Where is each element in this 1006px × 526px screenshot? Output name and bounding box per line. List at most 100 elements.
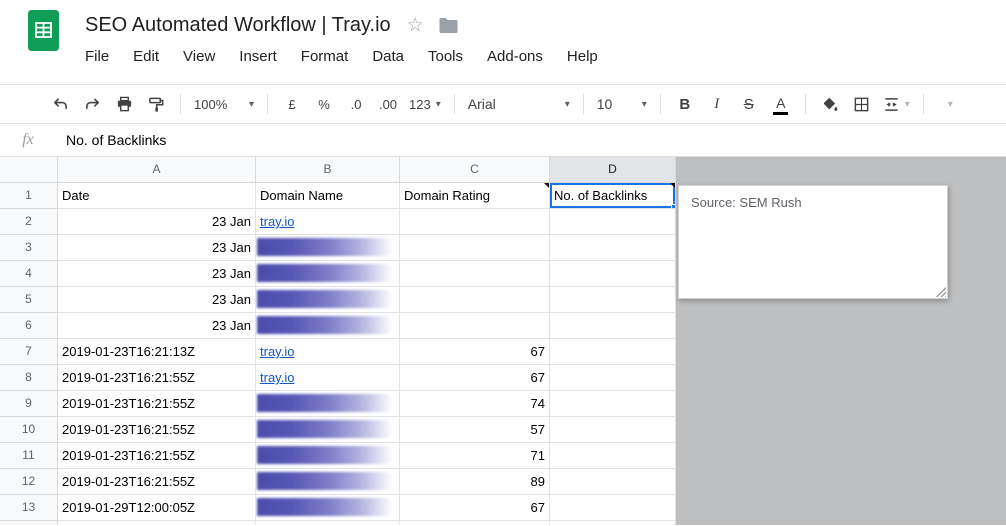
menu-item-help[interactable]: Help: [555, 45, 610, 68]
cell-D10[interactable]: [550, 417, 676, 443]
fill-color-button[interactable]: [819, 91, 841, 117]
cell-D8[interactable]: [550, 365, 676, 391]
cell-C3[interactable]: [400, 235, 550, 261]
note-popup[interactable]: Source: SEM Rush: [678, 185, 948, 299]
borders-button[interactable]: [851, 91, 873, 117]
cell-A2[interactable]: 23 Jan: [58, 209, 256, 235]
sheets-logo-icon[interactable]: [28, 10, 59, 84]
cell-B10[interactable]: [256, 417, 400, 443]
cell-C8[interactable]: 67: [400, 365, 550, 391]
cell-D11[interactable]: [550, 443, 676, 469]
font-family-select[interactable]: Arial ▾: [468, 91, 570, 117]
cell-A8[interactable]: 2019-01-23T16:21:55Z: [58, 365, 256, 391]
more-formats-button[interactable]: 123 ▾: [409, 91, 441, 117]
cell-Cx[interactable]: [400, 521, 550, 525]
redo-button[interactable]: [81, 91, 103, 117]
cell-D1[interactable]: No. of Backlinks: [550, 183, 676, 209]
cell-Bx[interactable]: [256, 521, 400, 525]
cell-D3[interactable]: [550, 235, 676, 261]
menu-item-view[interactable]: View: [171, 45, 227, 68]
cell-D13[interactable]: [550, 495, 676, 521]
document-title[interactable]: SEO Automated Workflow | Tray.io: [85, 14, 391, 37]
cell-Ax[interactable]: [58, 521, 256, 525]
cell-C10[interactable]: 57: [400, 417, 550, 443]
menu-item-add-ons[interactable]: Add-ons: [475, 45, 555, 68]
font-size-select[interactable]: 10 ▾: [597, 91, 647, 117]
cell-A12[interactable]: 2019-01-23T16:21:55Z: [58, 469, 256, 495]
cell-C5[interactable]: [400, 287, 550, 313]
cell-B2[interactable]: tray.io: [256, 209, 400, 235]
cell-C11[interactable]: 71: [400, 443, 550, 469]
cell-B12[interactable]: [256, 469, 400, 495]
column-header-B[interactable]: B: [256, 157, 400, 183]
toolbar-more-button[interactable]: ▾: [937, 91, 959, 117]
menu-item-format[interactable]: Format: [289, 45, 361, 68]
cell-D2[interactable]: [550, 209, 676, 235]
decrease-decimal-button[interactable]: .0: [345, 91, 367, 117]
italic-button[interactable]: I: [706, 91, 728, 117]
cell-D4[interactable]: [550, 261, 676, 287]
cell-B3[interactable]: [256, 235, 400, 261]
domain-link[interactable]: tray.io: [260, 370, 294, 385]
row-header-4[interactable]: 4: [0, 261, 58, 287]
menu-item-tools[interactable]: Tools: [416, 45, 475, 68]
cell-B13[interactable]: [256, 495, 400, 521]
cell-B8[interactable]: tray.io: [256, 365, 400, 391]
star-icon[interactable]: ☆: [407, 14, 424, 37]
row-header-2[interactable]: 2: [0, 209, 58, 235]
cell-B11[interactable]: [256, 443, 400, 469]
cell-C7[interactable]: 67: [400, 339, 550, 365]
cell-B4[interactable]: [256, 261, 400, 287]
cell-A13[interactable]: 2019-01-29T12:00:05Z: [58, 495, 256, 521]
cell-C6[interactable]: [400, 313, 550, 339]
cell-D9[interactable]: [550, 391, 676, 417]
domain-link[interactable]: tray.io: [260, 344, 294, 359]
row-header-3[interactable]: 3: [0, 235, 58, 261]
format-percent-button[interactable]: %: [313, 91, 335, 117]
cell-B5[interactable]: [256, 287, 400, 313]
row-header-9[interactable]: 9: [0, 391, 58, 417]
menu-item-file[interactable]: File: [73, 45, 121, 68]
cell-A1[interactable]: Date: [58, 183, 256, 209]
cell-D5[interactable]: [550, 287, 676, 313]
cell-B9[interactable]: [256, 391, 400, 417]
row-header-11[interactable]: 11: [0, 443, 58, 469]
folder-icon[interactable]: [438, 17, 459, 34]
cell-A4[interactable]: 23 Jan: [58, 261, 256, 287]
cell-D7[interactable]: [550, 339, 676, 365]
undo-button[interactable]: [49, 91, 71, 117]
cell-Dx[interactable]: [550, 521, 676, 525]
paint-format-button[interactable]: [145, 91, 167, 117]
cell-A11[interactable]: 2019-01-23T16:21:55Z: [58, 443, 256, 469]
cell-A10[interactable]: 2019-01-23T16:21:55Z: [58, 417, 256, 443]
menu-item-data[interactable]: Data: [360, 45, 416, 68]
formula-input[interactable]: No. of Backlinks: [66, 132, 166, 148]
merge-cells-button[interactable]: ▾: [883, 91, 910, 117]
cell-A3[interactable]: 23 Jan: [58, 235, 256, 261]
format-currency-button[interactable]: £: [281, 91, 303, 117]
cell-C12[interactable]: 89: [400, 469, 550, 495]
cell-A6[interactable]: 23 Jan: [58, 313, 256, 339]
print-button[interactable]: [113, 91, 135, 117]
cell-B7[interactable]: tray.io: [256, 339, 400, 365]
cell-A5[interactable]: 23 Jan: [58, 287, 256, 313]
row-header-blank[interactable]: [0, 521, 58, 525]
select-all-corner[interactable]: [0, 157, 58, 183]
domain-link[interactable]: tray.io: [260, 214, 294, 229]
cell-C13[interactable]: 67: [400, 495, 550, 521]
row-header-13[interactable]: 13: [0, 495, 58, 521]
cell-D12[interactable]: [550, 469, 676, 495]
cell-A7[interactable]: 2019-01-23T16:21:13Z: [58, 339, 256, 365]
column-header-A[interactable]: A: [58, 157, 256, 183]
column-header-C[interactable]: C: [400, 157, 550, 183]
zoom-select[interactable]: 100% ▾: [194, 91, 254, 117]
menu-item-edit[interactable]: Edit: [121, 45, 171, 68]
resize-grip-icon[interactable]: [935, 286, 946, 297]
cell-A9[interactable]: 2019-01-23T16:21:55Z: [58, 391, 256, 417]
strikethrough-button[interactable]: S: [738, 91, 760, 117]
row-header-12[interactable]: 12: [0, 469, 58, 495]
cell-C1[interactable]: Domain Rating: [400, 183, 550, 209]
row-header-8[interactable]: 8: [0, 365, 58, 391]
row-header-6[interactable]: 6: [0, 313, 58, 339]
row-header-1[interactable]: 1: [0, 183, 58, 209]
